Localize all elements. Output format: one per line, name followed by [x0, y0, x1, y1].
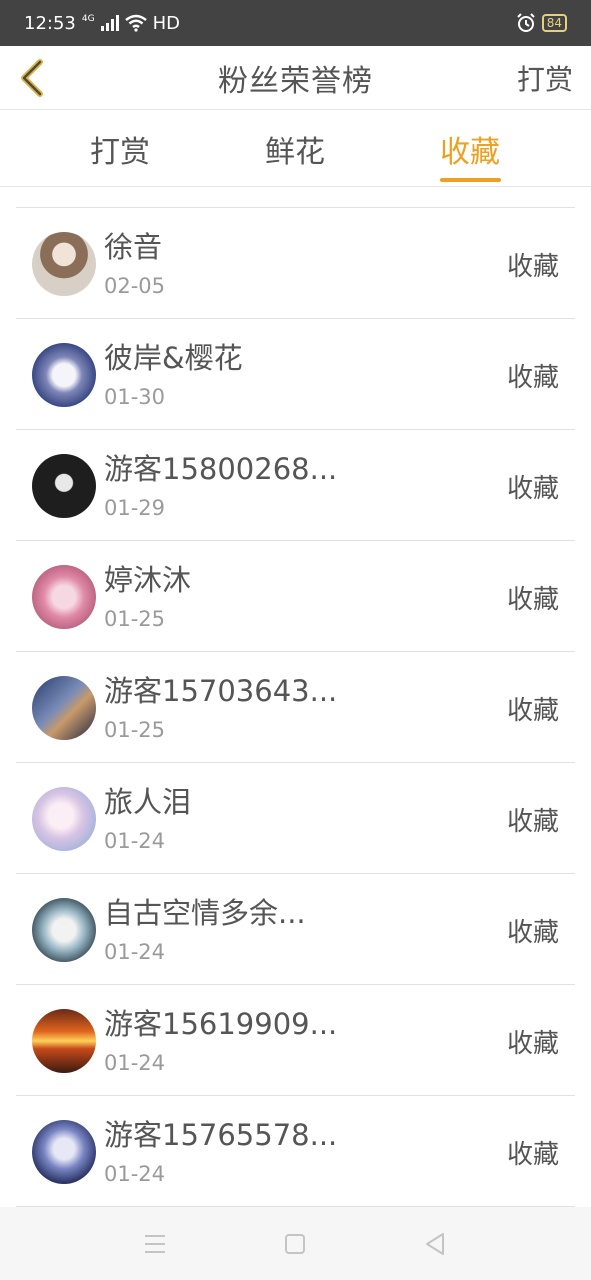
back-chevron-icon[interactable]	[14, 56, 54, 100]
menu-icon[interactable]	[142, 1231, 168, 1257]
item-date: 01-24	[104, 1051, 166, 1075]
status-right: 84	[516, 13, 567, 33]
item-action: 收藏	[506, 585, 559, 615]
home-icon[interactable]	[282, 1231, 308, 1257]
signal-icon	[100, 15, 119, 31]
item-action: 收藏	[506, 918, 559, 948]
status-time: 12:53	[24, 12, 76, 34]
page-title: 粉丝荣誉榜	[218, 63, 373, 99]
tab-flowers[interactable]: 鲜花	[245, 127, 345, 171]
avatar	[32, 454, 96, 518]
user-name: 徐音	[104, 230, 163, 264]
status-left: 12:53 4G HD	[24, 13, 180, 34]
user-name: 游客15703643...	[104, 674, 338, 708]
hd-label: HD	[152, 12, 180, 34]
item-date: 01-25	[104, 718, 166, 742]
item-date: 01-25	[104, 607, 166, 631]
system-nav-bar	[0, 1207, 591, 1280]
avatar	[32, 1009, 96, 1073]
tab-bar: 打赏 鲜花 收藏	[0, 111, 591, 187]
tab-reward[interactable]: 打赏	[70, 127, 170, 171]
user-name: 旅人泪	[104, 785, 192, 819]
item-action: 收藏	[506, 1140, 559, 1170]
list-item[interactable]: 彼岸&樱花 01-30 收藏	[16, 319, 575, 430]
status-bar: 12:53 4G HD 84	[0, 0, 591, 46]
alarm-icon	[517, 13, 535, 32]
list-item[interactable]: 徐音 02-05 收藏	[16, 208, 575, 319]
active-tab-indicator	[440, 178, 501, 182]
fan-list: 徐音 02-05 收藏 彼岸&樱花 01-30 收藏 游客15800268...…	[16, 207, 575, 1207]
list-item[interactable]: 游客15765578... 01-24 收藏	[16, 1096, 575, 1207]
list-item[interactable]: 游客15703643... 01-25 收藏	[16, 652, 575, 763]
user-name: 游客15765578...	[104, 1118, 338, 1152]
item-action: 收藏	[506, 1029, 559, 1059]
avatar	[32, 787, 96, 851]
user-name: 自古空情多余...	[104, 896, 306, 930]
list-item[interactable]: 游客15619909... 01-24 收藏	[16, 985, 575, 1096]
item-action: 收藏	[506, 363, 559, 393]
item-date: 01-30	[104, 385, 166, 409]
list-item[interactable]: 游客15800268... 01-29 收藏	[16, 430, 575, 541]
item-action: 收藏	[506, 252, 559, 282]
avatar	[32, 1120, 96, 1184]
item-date: 01-24	[104, 940, 166, 964]
user-name: 婷沐沐	[104, 563, 192, 597]
user-name: 彼岸&樱花	[104, 341, 243, 375]
avatar	[32, 343, 96, 407]
list-item[interactable]: 自古空情多余... 01-24 收藏	[16, 874, 575, 985]
item-action: 收藏	[506, 696, 559, 726]
avatar	[32, 676, 96, 740]
item-action: 收藏	[506, 474, 559, 504]
user-name: 游客15619909...	[104, 1007, 338, 1041]
avatar	[32, 565, 96, 629]
network-type: 4G	[81, 13, 95, 24]
item-date: 01-24	[104, 1162, 166, 1186]
avatar	[32, 232, 96, 296]
tab-collect[interactable]: 收藏	[420, 127, 520, 171]
list-item[interactable]: 旅人泪 01-24 收藏	[16, 763, 575, 874]
wifi-icon	[124, 14, 147, 32]
list-item[interactable]: 婷沐沐 01-25 收藏	[16, 541, 575, 652]
item-date: 01-24	[104, 829, 166, 853]
app-header: 粉丝荣誉榜 打赏	[0, 46, 591, 110]
item-action: 收藏	[506, 807, 559, 837]
item-date: 02-05	[104, 274, 166, 298]
avatar	[32, 898, 96, 962]
user-name: 游客15800268...	[104, 452, 338, 486]
reward-button[interactable]: 打赏	[517, 58, 573, 98]
triangle-back-icon[interactable]	[422, 1231, 448, 1257]
battery-icon: 84	[541, 14, 567, 32]
item-date: 01-29	[104, 496, 166, 520]
